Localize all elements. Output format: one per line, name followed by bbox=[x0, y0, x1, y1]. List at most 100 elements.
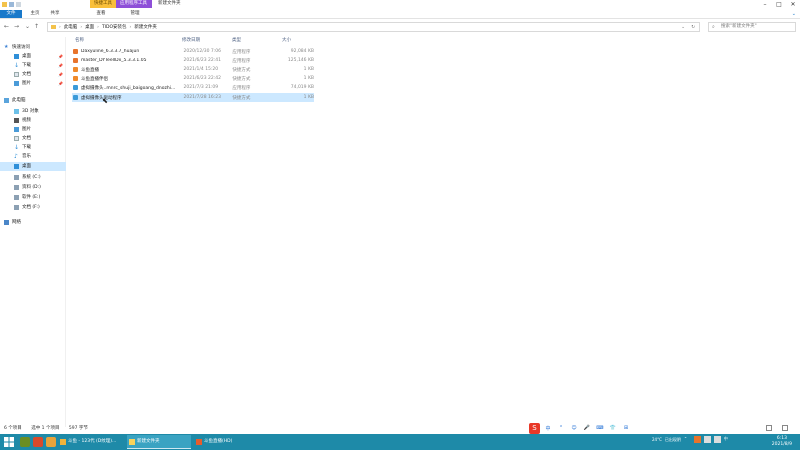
ime-punctuation-icon[interactable]: ° bbox=[556, 425, 566, 431]
network-icon[interactable] bbox=[703, 436, 711, 443]
pin-icon: 📌 bbox=[58, 72, 63, 77]
document-icon bbox=[14, 72, 19, 77]
sidebar-item-drive-f[interactable]: 文档 (F:) bbox=[0, 203, 66, 212]
windows-start-icon[interactable] bbox=[4, 437, 14, 447]
address-bar[interactable]: › 此电脑 › 桌面 › TIDO安装包 › 新建文件夹 ⌄ ↻ bbox=[47, 22, 700, 32]
ime-emoji-icon[interactable]: ☺ bbox=[569, 425, 579, 431]
sogou-logo-icon[interactable]: S bbox=[529, 422, 540, 434]
taskbar-item-douyu-hd[interactable]: 斗鱼直播(HD) bbox=[194, 435, 260, 449]
download-icon: ↓ bbox=[14, 144, 20, 151]
sidebar-item-network[interactable]: 网络 bbox=[0, 218, 66, 227]
sidebar-item-music[interactable]: ♪ 音乐 bbox=[0, 152, 66, 161]
taskbar-item-new-folder[interactable]: 新建文件夹 bbox=[127, 435, 191, 449]
drive-icon bbox=[14, 195, 19, 200]
breadcrumb-tido[interactable]: TIDO安装包 bbox=[102, 24, 127, 30]
sidebar-item-documents-pinned[interactable]: 文档 📌 bbox=[0, 70, 66, 79]
context-tab-app-tools[interactable]: 应用程序工具 bbox=[116, 0, 152, 8]
app-launcher-icon[interactable] bbox=[46, 437, 56, 447]
sidebar-item-quick-access[interactable]: ★ 快速访问 bbox=[0, 43, 66, 52]
ime-keyboard-icon[interactable]: ⌨ bbox=[595, 425, 605, 431]
breadcrumb-this-pc[interactable]: 此电脑 bbox=[64, 24, 78, 30]
sidebar-item-desktop-pinned[interactable]: 桌面 📌 bbox=[0, 52, 66, 61]
language-icon[interactable]: 中 bbox=[724, 436, 731, 443]
sidebar-item-videos[interactable]: 视频 bbox=[0, 116, 66, 125]
back-icon[interactable]: ← bbox=[4, 23, 9, 30]
sidebar-item-drive-e[interactable]: 软件 (E:) bbox=[0, 193, 66, 202]
file-name: 斗鱼直播伴侣 bbox=[80, 76, 108, 82]
chevron-down-icon[interactable]: ⌄ bbox=[25, 23, 30, 30]
sidebar-item-drive-d[interactable]: 资料 (D:) bbox=[0, 183, 66, 192]
ime-language-toggle[interactable]: 中 bbox=[543, 425, 553, 432]
selected-size: 597 字节 bbox=[68, 426, 88, 431]
column-header-type[interactable]: 类型 bbox=[232, 36, 241, 45]
folder-icon[interactable] bbox=[2, 2, 7, 7]
file-type: 快捷方式 bbox=[232, 67, 251, 73]
search-input[interactable]: ⌕ 搜索"新建文件夹" bbox=[708, 22, 796, 32]
weather-desc: 已出现阴 bbox=[664, 436, 681, 442]
tab-home[interactable]: 主页 bbox=[28, 10, 42, 18]
file-row[interactable]: master_DYTeelIDx_5.3.3.1.05 2021/6/23 22… bbox=[72, 56, 314, 65]
pin-icon: 📌 bbox=[58, 63, 63, 68]
sidebar-item-3d-objects[interactable]: 3D 对象 bbox=[0, 107, 66, 116]
undo-icon[interactable] bbox=[16, 2, 21, 7]
taskbar-item-douyu-stream[interactable]: 斗鱼 - 123代 (D纹理)... bbox=[58, 435, 124, 449]
chevron-down-icon[interactable]: ⌄ bbox=[792, 11, 796, 17]
maximize-icon[interactable]: □ bbox=[772, 0, 786, 9]
sidebar-item-drive-c[interactable]: 系统 (C:) bbox=[0, 173, 66, 182]
file-date: 2021/7/28 16:23 bbox=[183, 95, 222, 100]
column-header-name[interactable]: 名称 bbox=[75, 36, 84, 45]
file-size: 92,084 KB bbox=[290, 49, 314, 54]
sidebar-item-desktop[interactable]: 桌面 bbox=[0, 162, 66, 171]
tab-view[interactable]: 查看 bbox=[94, 10, 108, 18]
tab-share[interactable]: 共享 bbox=[48, 10, 62, 18]
file-row-selected[interactable]: 虚拟摄像头驱动程序 2021/7/28 16:23 快捷方式 1 KB bbox=[72, 93, 314, 102]
sidebar-item-documents[interactable]: 文档 bbox=[0, 134, 66, 143]
sidebar-item-this-pc[interactable]: 此电脑 bbox=[0, 96, 66, 105]
app-tray-icon[interactable] bbox=[693, 436, 701, 443]
save-icon[interactable] bbox=[9, 2, 14, 7]
weather-temp[interactable]: 24°C bbox=[652, 437, 662, 442]
ime-toolbox-icon[interactable]: ⊞ bbox=[621, 425, 631, 431]
document-icon bbox=[14, 136, 19, 141]
minimize-icon[interactable]: – bbox=[758, 0, 772, 9]
breadcrumb-desktop[interactable]: 桌面 bbox=[85, 24, 94, 30]
tab-manage[interactable]: 管理 bbox=[128, 10, 142, 18]
sidebar-item-downloads[interactable]: ↓ 下载 bbox=[0, 143, 66, 152]
close-icon[interactable]: ✕ bbox=[786, 0, 800, 9]
download-icon: ↓ bbox=[14, 62, 20, 69]
chevron-up-icon[interactable]: ⌃ bbox=[684, 436, 691, 443]
app-launcher-icon[interactable] bbox=[33, 437, 43, 447]
sidebar-item-pictures[interactable]: 图片 bbox=[0, 125, 66, 134]
chevron-down-icon[interactable]: ⌄ bbox=[681, 25, 685, 30]
file-row[interactable]: 虚拟摄像头..mnrc_shuji_baigoang_dnozhi... 202… bbox=[72, 83, 314, 92]
sidebar-item-pictures-pinned[interactable]: 图片 📌 bbox=[0, 79, 66, 88]
clock[interactable]: 6:13 2021/8/9 bbox=[772, 436, 792, 448]
app-launcher-icon[interactable] bbox=[20, 437, 30, 447]
ime-skin-icon[interactable]: 👕 bbox=[608, 425, 618, 431]
column-header-date[interactable]: 修改日期 bbox=[182, 36, 200, 45]
details-view-icon[interactable] bbox=[766, 425, 772, 431]
clock-date: 2021/8/9 bbox=[771, 442, 792, 447]
large-icons-view-icon[interactable] bbox=[782, 425, 788, 431]
video-icon bbox=[14, 118, 19, 123]
shortcut-icon bbox=[73, 95, 78, 100]
star-icon: ★ bbox=[4, 44, 9, 50]
forward-icon[interactable]: → bbox=[14, 23, 19, 30]
file-row[interactable]: 斗鱼直播 2021/1/4 15:20 快捷方式 1 KB bbox=[72, 65, 314, 74]
up-icon[interactable]: ↑ bbox=[34, 23, 39, 30]
file-row[interactable]: Daxyuline_6.3.3.7_huajun 2020/12/30 7:06… bbox=[72, 47, 314, 56]
tab-file[interactable]: 文件 bbox=[0, 10, 22, 18]
file-type: 快捷方式 bbox=[232, 76, 251, 82]
volume-icon[interactable] bbox=[713, 436, 721, 443]
ime-voice-icon[interactable]: 🎤 bbox=[582, 425, 592, 431]
file-name: 虚拟摄像头驱动程序 bbox=[80, 95, 122, 101]
file-name: 虚拟摄像头..mnrc_shuji_baigoang_dnozhi... bbox=[80, 85, 176, 91]
refresh-icon[interactable]: ↻ bbox=[691, 25, 695, 30]
pin-icon: 📌 bbox=[58, 54, 63, 59]
breadcrumb-new-folder[interactable]: 新建文件夹 bbox=[134, 24, 157, 30]
file-date: 2021/7/3 21:09 bbox=[183, 85, 219, 90]
sidebar-item-downloads-pinned[interactable]: ↓ 下载 📌 bbox=[0, 61, 66, 70]
file-row[interactable]: 斗鱼直播伴侣 2021/6/23 22:42 快捷方式 1 KB bbox=[72, 74, 314, 83]
column-header-size[interactable]: 大小 bbox=[282, 36, 291, 45]
context-tab-shortcut-tools[interactable]: 快捷工具 bbox=[90, 0, 116, 8]
